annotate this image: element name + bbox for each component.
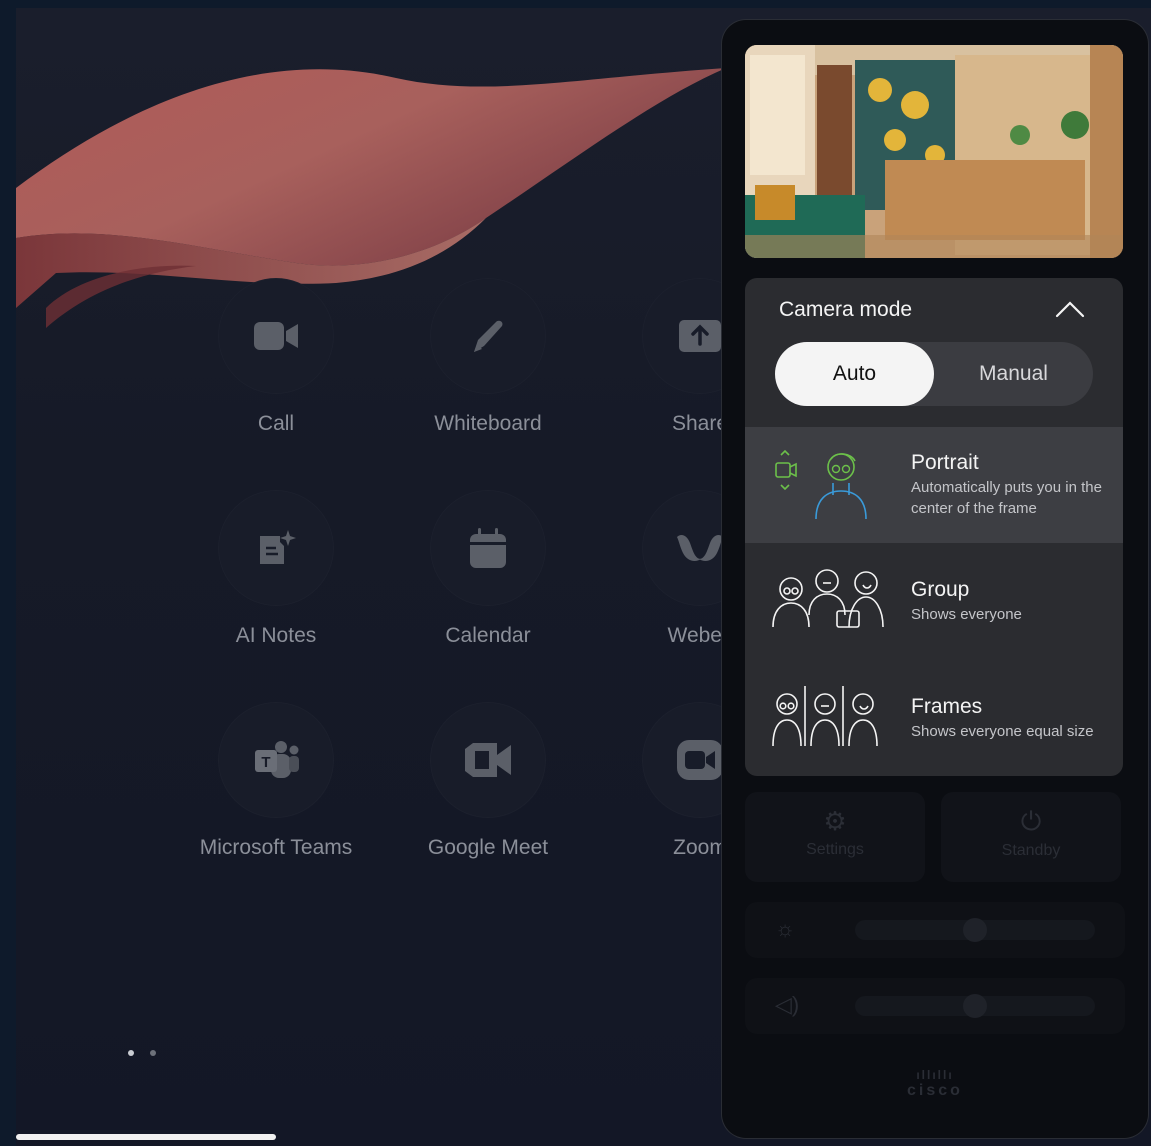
group-name: Group: [911, 578, 970, 601]
app-icon-circle[interactable]: T: [218, 702, 334, 818]
control-panel: ⚙ Settings ⏻ Standby ☼ ◁) ıllıllı cisco …: [722, 20, 1148, 1138]
app-whiteboard[interactable]: Whiteboard: [408, 278, 568, 436]
group-description: Shows everyone: [911, 606, 1022, 623]
manual-option[interactable]: Manual: [934, 342, 1093, 406]
standby-tile: ⏻ Standby: [941, 792, 1121, 882]
brightness-slider: [855, 918, 1095, 942]
brightness-icon: ☼: [775, 916, 796, 941]
page-dot-1[interactable]: [128, 1050, 134, 1056]
zoom-icon: [675, 738, 725, 782]
camera-mode-segment: Auto Manual: [775, 342, 1093, 406]
share-upload-icon: [677, 318, 723, 354]
app-icon-circle[interactable]: [218, 278, 334, 394]
google-meet-icon: [463, 741, 513, 779]
app-label: Call: [257, 412, 295, 435]
app-google-meet[interactable]: Google Meet: [408, 702, 568, 860]
app-icon-circle[interactable]: [430, 278, 546, 394]
portrait-illustration-icon: [775, 449, 867, 520]
volume-knob: [963, 994, 987, 1018]
app-call[interactable]: Call: [196, 278, 356, 436]
app-label: Whiteboard: [434, 412, 542, 435]
standby-label: Standby: [1001, 842, 1061, 859]
frames-illustration-icon: [772, 686, 878, 747]
mode-portrait[interactable]: Portrait Automatically puts you in the c…: [745, 427, 1123, 543]
portrait-description: Automatically puts you in the center of …: [911, 479, 1102, 517]
settings-label: Settings: [806, 841, 864, 858]
app-ai-notes[interactable]: AI Notes: [196, 490, 356, 648]
frames-name: Frames: [911, 695, 983, 718]
volume-slider: [855, 994, 1095, 1018]
ai-notes-icon: [254, 526, 298, 570]
app-label: Calendar: [445, 624, 531, 647]
cisco-logo: ıllıllı cisco: [907, 1068, 963, 1099]
video-camera-icon: [252, 316, 300, 356]
chevron-up-icon[interactable]: [1055, 300, 1085, 318]
app-icon-circle[interactable]: [218, 490, 334, 606]
app-label: Microsoft Teams: [199, 836, 353, 859]
camera-mode-card: Camera mode Auto Manual Portrait Automat…: [745, 278, 1123, 776]
microsoft-teams-icon: T: [251, 738, 301, 782]
mode-frames[interactable]: Frames Shows everyone equal size: [745, 660, 1123, 776]
brightness-row: ☼: [745, 902, 1125, 958]
calendar-icon: [468, 526, 508, 570]
room-preview-image: [745, 45, 1123, 258]
group-illustration-icon: [772, 569, 884, 628]
pen-icon: [466, 314, 510, 358]
auto-option[interactable]: Auto: [775, 342, 934, 406]
power-icon: ⏻: [1020, 806, 1042, 836]
speaker-icon: ◁): [775, 992, 800, 1017]
mode-group[interactable]: Group Shows everyone: [745, 543, 1123, 659]
camera-preview[interactable]: [745, 45, 1123, 258]
page-dot-2[interactable]: [150, 1050, 156, 1056]
volume-row: ◁): [745, 978, 1125, 1034]
settings-tile: ⚙ Settings: [745, 792, 925, 882]
app-calendar[interactable]: Calendar: [408, 490, 568, 648]
app-microsoft-teams[interactable]: T Microsoft Teams: [196, 702, 356, 860]
home-indicator-bar[interactable]: [16, 1134, 276, 1140]
brightness-knob: [963, 918, 987, 942]
app-label: AI Notes: [235, 624, 317, 647]
svg-text:T: T: [261, 754, 270, 771]
camera-mode-title: Camera mode: [779, 298, 913, 321]
webex-logo-icon: [675, 531, 725, 565]
gear-icon: ⚙: [823, 806, 847, 836]
frames-description: Shows everyone equal size: [911, 723, 1094, 740]
app-label: Google Meet: [427, 836, 549, 859]
page-indicator[interactable]: [128, 1050, 156, 1056]
app-icon-circle[interactable]: [430, 702, 546, 818]
app-icon-circle[interactable]: [430, 490, 546, 606]
portrait-name: Portrait: [911, 451, 979, 474]
